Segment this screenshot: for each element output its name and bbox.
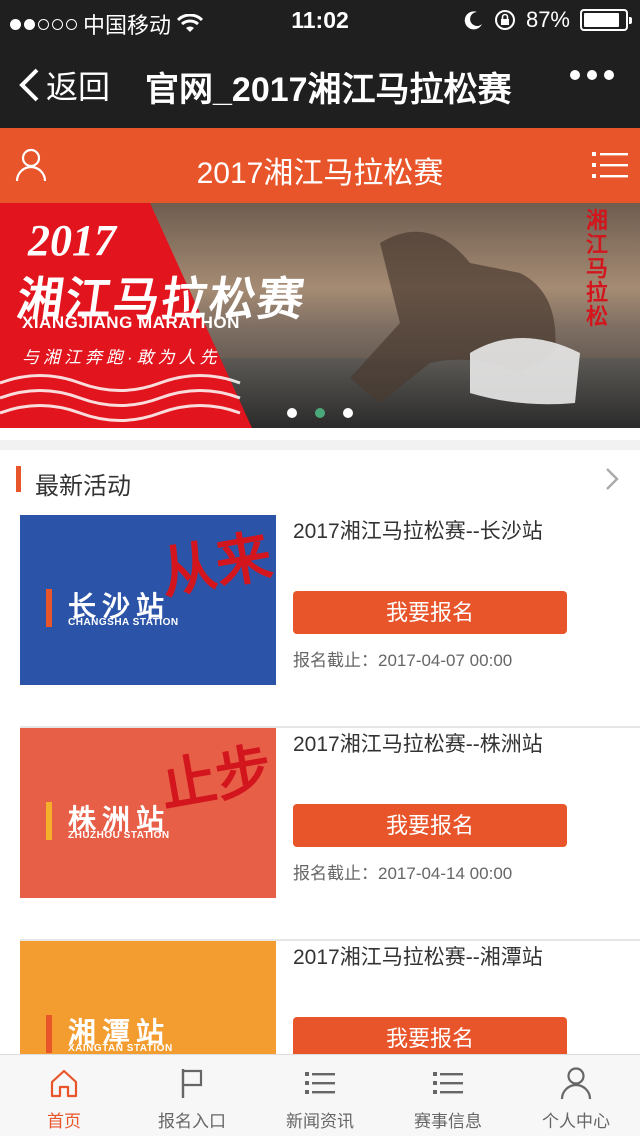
event-thumbnail[interactable]: 株洲站 ZHUZHOU STATION 止步	[20, 728, 276, 898]
list-icon	[305, 1072, 335, 1094]
thumb-en-label: ZHUZHOU STATION	[68, 830, 170, 841]
status-bar: 中国移动 11:02 87%	[0, 0, 640, 40]
section-accent-bar	[16, 466, 21, 492]
battery-icon	[580, 9, 632, 31]
banner-en-title: XIANGJIANG MARATHON	[22, 313, 240, 332]
thumb-en-label: XAINGTAN STATION	[68, 1043, 173, 1054]
thumb-accent-bar	[46, 1015, 52, 1053]
register-button[interactable]: 我要报名	[293, 804, 567, 847]
menu-icon[interactable]	[592, 150, 628, 180]
pagination-dot[interactable]	[287, 408, 297, 418]
flag-icon	[181, 1069, 203, 1098]
banner-slogan: 与湘江奔跑·敢为人先	[22, 348, 221, 367]
thumb-brush-text: 从来	[155, 522, 276, 608]
moon-icon	[464, 11, 482, 30]
tab-register[interactable]: 报名入口	[128, 1055, 256, 1136]
pagination-dot[interactable]	[315, 408, 325, 418]
tab-label: 首页	[47, 1112, 81, 1131]
back-label: 返回	[46, 69, 111, 105]
nav-title: 官网_2017湘江马拉松赛	[145, 71, 512, 109]
more-button[interactable]	[570, 70, 614, 80]
thumb-accent-bar	[46, 802, 52, 840]
event-deadline: 报名截止：2017-04-07 00:00	[293, 651, 513, 670]
user-icon	[560, 1067, 592, 1100]
event-item[interactable]: 株洲站 ZHUZHOU STATION 止步 2017湘江马拉松赛--株洲站 我…	[0, 728, 640, 941]
pagination-dot[interactable]	[343, 408, 353, 418]
rotation-lock-icon	[494, 10, 515, 30]
status-right: 87%	[464, 7, 632, 33]
section-title: 最新活动	[35, 473, 131, 500]
tab-label: 报名入口	[158, 1112, 226, 1131]
tab-home[interactable]: 首页	[0, 1055, 128, 1136]
register-button[interactable]: 我要报名	[293, 591, 567, 634]
thumb-en-label: CHANGSHA STATION	[68, 617, 179, 628]
section-header[interactable]: 最新活动	[0, 440, 640, 502]
list-icon	[433, 1072, 463, 1094]
event-thumbnail[interactable]: 长沙站 CHANGSHA STATION 从来	[20, 515, 276, 685]
event-title[interactable]: 2017湘江马拉松赛--长沙站	[293, 515, 543, 545]
tab-bar: 首页 报名入口 新闻资讯 赛事信息 个人中心	[0, 1054, 640, 1136]
chevron-left-icon	[19, 68, 39, 102]
home-icon	[50, 1069, 78, 1098]
banner-year: 2017	[28, 216, 116, 265]
chevron-right-icon[interactable]	[604, 466, 620, 492]
back-button[interactable]: 返回	[18, 62, 110, 108]
banner-pagination[interactable]	[0, 408, 640, 418]
site-title: 2017湘江马拉松赛	[196, 157, 444, 190]
thumb-accent-bar	[46, 589, 52, 627]
tab-label: 赛事信息	[414, 1112, 482, 1131]
site-header: 2017湘江马拉松赛	[0, 128, 640, 203]
tab-label: 新闻资讯	[286, 1112, 354, 1131]
tab-news[interactable]: 新闻资讯	[256, 1055, 384, 1136]
battery-percent: 87%	[525, 7, 570, 32]
event-deadline: 报名截止：2017-04-14 00:00	[293, 864, 513, 883]
thumb-brush-text: 止步	[155, 735, 276, 821]
hero-banner[interactable]: 2017 湘江马拉松赛 XIANGJIANG MARATHON 与湘江奔跑·敢为…	[0, 203, 640, 428]
event-title[interactable]: 2017湘江马拉松赛--株洲站	[293, 728, 543, 758]
banner-vertical-text: 湘江马拉松	[586, 208, 609, 330]
nav-bar: 返回 官网_2017湘江马拉松赛	[0, 40, 640, 128]
tab-event-info[interactable]: 赛事信息	[384, 1055, 512, 1136]
tab-label: 个人中心	[542, 1112, 610, 1131]
event-title[interactable]: 2017湘江马拉松赛--湘潭站	[293, 941, 543, 971]
tab-profile[interactable]: 个人中心	[512, 1055, 640, 1136]
event-item[interactable]: 长沙站 CHANGSHA STATION 从来 2017湘江马拉松赛--长沙站 …	[0, 515, 640, 728]
